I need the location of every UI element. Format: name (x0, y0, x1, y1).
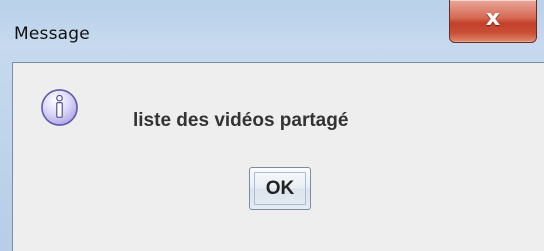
close-icon: x (485, 6, 501, 31)
title-bar[interactable]: Message x (0, 0, 544, 62)
message-text: liste des vidéos partagé (133, 110, 349, 131)
window-title: Message (14, 24, 90, 44)
close-button[interactable]: x (449, 0, 537, 43)
ok-button-label: OK (254, 172, 306, 205)
ok-button[interactable]: OK (249, 167, 311, 210)
dialog-content: liste des vidéos partagé OK (12, 62, 544, 251)
message-dialog-window: Message x liste des vidéos partagé OK (0, 0, 544, 251)
info-icon (41, 89, 78, 126)
